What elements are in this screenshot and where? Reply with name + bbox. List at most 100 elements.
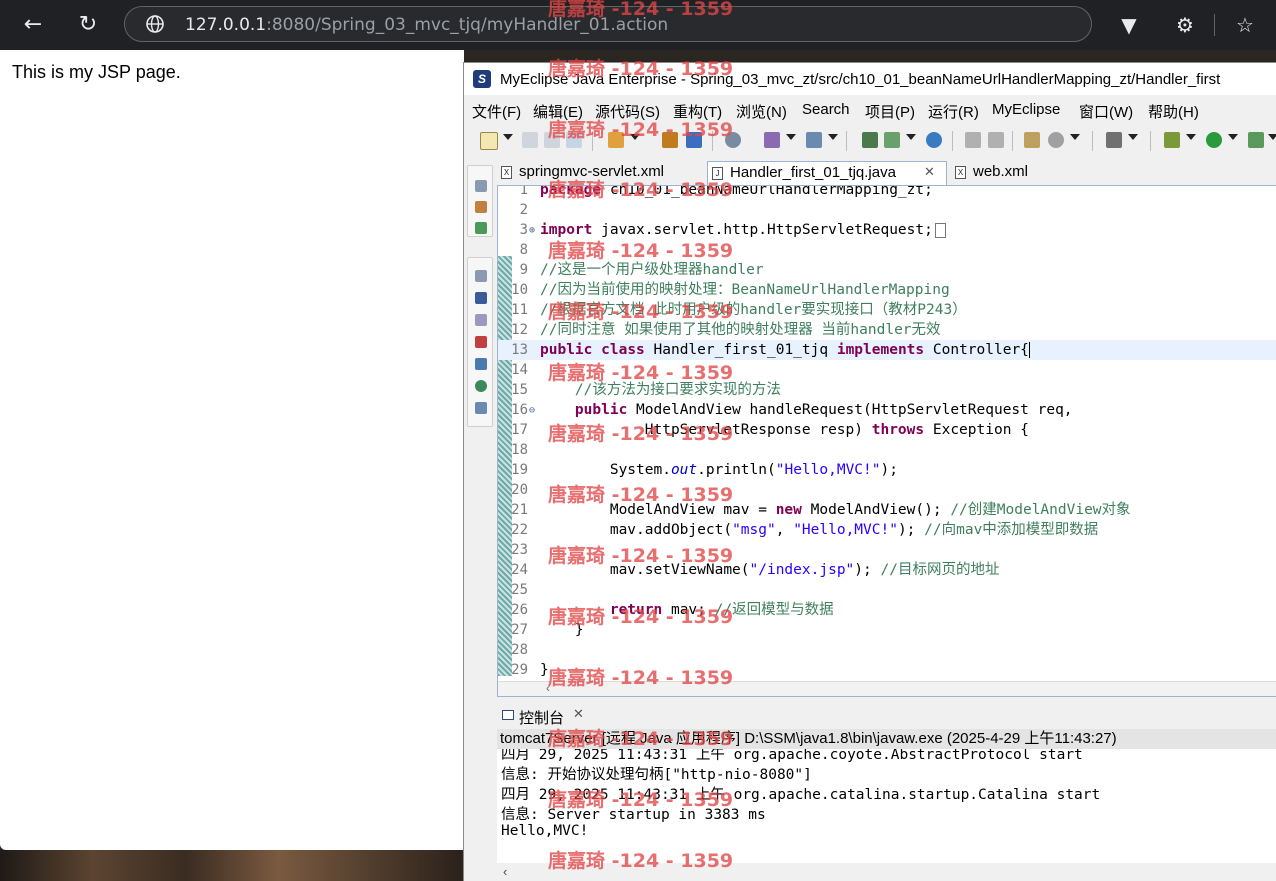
code-line: 25 (511, 582, 528, 598)
new-icon[interactable] (480, 132, 498, 150)
toolbar-separator (1012, 131, 1013, 151)
puzzle-extensions-icon[interactable]: ⚙ (1172, 12, 1198, 38)
tab-label: Handler_first_01_tjq.java (730, 164, 896, 181)
tasks-icon[interactable] (475, 358, 487, 370)
menu-run[interactable]: 运行(R) (928, 101, 979, 122)
deploy-icon[interactable] (862, 132, 878, 148)
toolbar-separator (1092, 131, 1093, 151)
xml-file-icon: X (955, 166, 966, 179)
menu-project[interactable]: 项目(P) (865, 101, 915, 122)
package-explorer-icon[interactable] (475, 201, 487, 213)
console-line: Hello,MVC! (501, 823, 589, 839)
dropdown-icon[interactable] (1228, 134, 1238, 140)
xml-file-icon: X (501, 166, 512, 179)
console-line: 四月 29, 2025 11:43:31 上午 org.apache.coyot… (501, 749, 1083, 763)
code-line: 19 System.out.println("Hello,MVC!"); (511, 462, 898, 478)
tool-icon[interactable] (1024, 132, 1040, 148)
close-tab-icon[interactable]: ✕ (924, 164, 935, 180)
dropdown-icon[interactable] (1186, 134, 1196, 140)
watermark: 唐嘉琦 -124 - 1359 (548, 789, 734, 811)
jsp-page-text: This is my JSP page. (12, 62, 181, 82)
tab-handler-java[interactable]: J Handler_first_01_tjq.java ✕ (707, 161, 947, 185)
properties-icon[interactable] (475, 402, 487, 414)
toolbar-separator (952, 131, 953, 151)
run-icon[interactable] (1206, 132, 1222, 148)
back-nav-icon[interactable] (965, 132, 981, 148)
menu-myeclipse[interactable]: MyEclipse (992, 101, 1060, 118)
run-server-icon[interactable] (884, 132, 900, 148)
watermark: 唐嘉琦 -124 - 1359 (548, 423, 734, 445)
side-trim (467, 165, 493, 427)
toolbar-separator (846, 131, 847, 151)
favorites-star-icon[interactable]: ☆ (1232, 12, 1258, 38)
browser-page: This is my JSP page. (0, 50, 464, 850)
restore-icon[interactable] (475, 270, 487, 282)
config-icon[interactable] (1048, 132, 1064, 148)
external-tools-icon[interactable] (1248, 132, 1264, 148)
reload-icon[interactable]: ↻ (74, 11, 102, 39)
menu-help[interactable]: 帮助(H) (1148, 101, 1199, 122)
code-line: 2 (519, 202, 528, 218)
code-line: 16 ⊖ public ModelAndView handleRequest(Ht… (498, 400, 1276, 420)
servers-icon[interactable] (475, 292, 487, 304)
watermark: 唐嘉琦 -124 - 1359 (548, 362, 734, 384)
code-line: 9//这是一个用户级处理器handler (519, 262, 764, 278)
watermark: 唐嘉琦 -124 - 1359 (548, 119, 734, 141)
forward-nav-icon[interactable] (988, 132, 1004, 148)
web-icon[interactable] (475, 380, 487, 392)
watermark: 唐嘉琦 -124 - 1359 (548, 484, 734, 506)
tab-label: web.xml (973, 163, 1029, 180)
text-caret (1028, 342, 1030, 358)
search-tool-icon[interactable] (806, 132, 822, 148)
watermark: 唐嘉琦 -124 - 1359 (548, 850, 734, 872)
globe-icon (146, 15, 164, 33)
code-line-current: 13 public class Handler_first_01_tjq impl… (498, 340, 1276, 360)
watermark: 唐嘉琦 -124 - 1359 (548, 179, 734, 201)
hierarchy-icon[interactable] (475, 222, 487, 234)
menu-search[interactable]: Search (802, 101, 850, 118)
folded-imports-icon[interactable] (934, 222, 946, 238)
watermark: 唐嘉琦 -124 - 1359 (548, 0, 734, 20)
menu-file[interactable]: 文件(F) (472, 101, 521, 122)
wizard-icon[interactable] (764, 132, 780, 148)
save-icon[interactable] (522, 132, 538, 148)
watermark: 唐嘉琦 -124 - 1359 (548, 667, 734, 689)
watermark: 唐嘉琦 -124 - 1359 (548, 301, 734, 323)
dropdown-icon[interactable] (1128, 134, 1138, 140)
back-arrow-icon[interactable]: ← (19, 11, 47, 39)
watermark: 唐嘉琦 -124 - 1359 (548, 240, 734, 262)
close-console-icon[interactable]: ✕ (573, 706, 584, 722)
menu-window[interactable]: 窗口(W) (1079, 101, 1133, 122)
watermark: 唐嘉琦 -124 - 1359 (548, 545, 734, 567)
watermark: 唐嘉琦 -124 - 1359 (548, 58, 734, 80)
debug-icon[interactable] (1164, 132, 1180, 148)
console-icon (502, 710, 514, 720)
dropdown-icon[interactable] (786, 134, 796, 140)
problems-icon[interactable] (475, 336, 487, 348)
trim-stack-top (467, 165, 493, 237)
toolbar-divider (1214, 14, 1215, 36)
myeclipse-logo-icon: S (473, 70, 491, 88)
dropdown-icon[interactable] (828, 134, 838, 140)
menu-navigate[interactable]: 浏览(N) (736, 101, 787, 122)
desktop-background (0, 850, 464, 881)
dropdown-icon[interactable] (1268, 134, 1276, 140)
dropdown-icon[interactable] (1070, 134, 1080, 140)
restore-icon[interactable] (475, 180, 487, 192)
dropdown-icon[interactable] (906, 134, 916, 140)
expand-fold-icon[interactable]: ⊕ (529, 221, 535, 241)
browser-icon[interactable] (926, 132, 942, 148)
new-dropdown-icon[interactable] (503, 134, 513, 140)
watermark: 唐嘉琦 -124 - 1359 (548, 728, 734, 750)
collapse-fold-icon[interactable]: ⊖ (529, 401, 535, 421)
camera-icon[interactable] (1106, 132, 1122, 148)
toolbar-separator (1150, 131, 1151, 151)
watermark: 唐嘉琦 -124 - 1359 (548, 606, 734, 628)
trim-stack-bottom (467, 257, 493, 427)
outline-icon[interactable] (475, 314, 487, 326)
console-line: 信息: 开始协议处理句柄["http-nio-8080"] (501, 767, 812, 783)
tab-web-xml[interactable]: X web.xml (951, 161, 1091, 185)
code-line: 22 mav.addObject("msg", "Hello,MVC!"); /… (511, 522, 1099, 538)
scroll-left-icon[interactable]: ‹ (503, 864, 507, 879)
extension-shield-icon[interactable]: ▼ (1116, 12, 1142, 38)
